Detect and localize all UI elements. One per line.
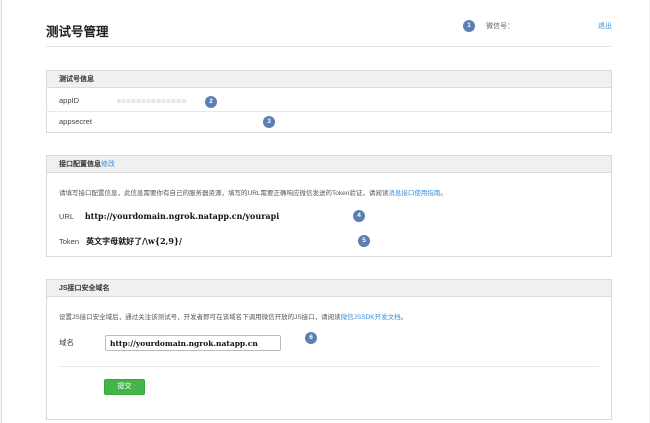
submit-button[interactable]: 提交 [104,379,145,395]
test-account-card: 测试号信息 appID appsecret [46,70,612,133]
page-title: 测试号管理 [46,25,109,39]
edit-link[interactable]: 修改 [101,161,115,168]
token-value: 英文字母就好了/\w{2,9}/ [86,236,182,246]
wechat-id-label: 微信号： [486,23,514,30]
appid-label: appID [59,96,80,105]
annotation-badge-3: 3 [263,116,275,128]
annotation-badge-4: 4 [353,210,365,222]
appid-value-redacted [117,99,187,103]
token-label: Token [59,237,80,246]
url-value: http://yourdomain.ngrok.natapp.cn/yourap… [84,211,280,221]
annotation-badge-2: 2 [205,96,217,108]
annotation-badge-6: 6 [305,332,317,344]
interface-config-title: 接口配置信息 [59,161,101,168]
appsecret-label: appsecret [59,117,92,126]
js-security-header: JS接口安全域名 [47,280,611,297]
description-end: 。 [400,314,408,321]
domain-label: 域名 [59,338,74,347]
js-security-description: 设置JS接口安全域后，通过关注该测试号，开发者即可在该域名下调用微信开放的JS接… [59,311,407,321]
token-row: Token 英文字母就好了/\w{2,9}/ [59,236,182,247]
annotation-badge-5: 5 [358,235,370,247]
description-end: 。 [440,190,447,197]
interface-config-description: 请填写接口配置信息，此信息需要你有自己的服务器资源，填写的URL需要正确响应微信… [59,187,447,197]
row-divider [47,111,611,112]
js-security-card: JS接口安全域名 设置JS接口安全域后，通过关注该测试号，开发者即可在该域名下调… [46,279,612,420]
description-text: 设置JS接口安全域后，通过关注该测试号，开发者即可在该域名下调用微信开放的JS接… [59,314,341,321]
logout-link[interactable]: 退出 [598,21,612,31]
description-text: 请填写接口配置信息，此信息需要你有自己的服务器资源，填写的URL需要正确响应微信… [59,190,389,197]
annotation-badge-1: 1 [463,20,475,32]
domain-input[interactable] [105,335,281,351]
test-account-header: 测试号信息 [47,71,611,88]
form-divider [59,366,599,367]
url-label: URL [59,212,74,221]
interface-config-header: 接口配置信息修改 [47,156,611,173]
message-api-guide-link[interactable]: 消息接口使用指南 [388,190,440,197]
jssdk-doc-link[interactable]: 微信JSSDK开发文档 [341,314,401,321]
page-header: 测试号管理 微信号： 退出 [46,19,612,47]
interface-config-card: 接口配置信息修改 请填写接口配置信息，此信息需要你有自己的服务器资源，填写的UR… [46,155,612,257]
page: 测试号管理 微信号： 退出 1 测试号信息 appID appsecret 2 … [1,0,649,423]
url-row: URL http://yourdomain.ngrok.natapp.cn/yo… [59,211,279,221]
